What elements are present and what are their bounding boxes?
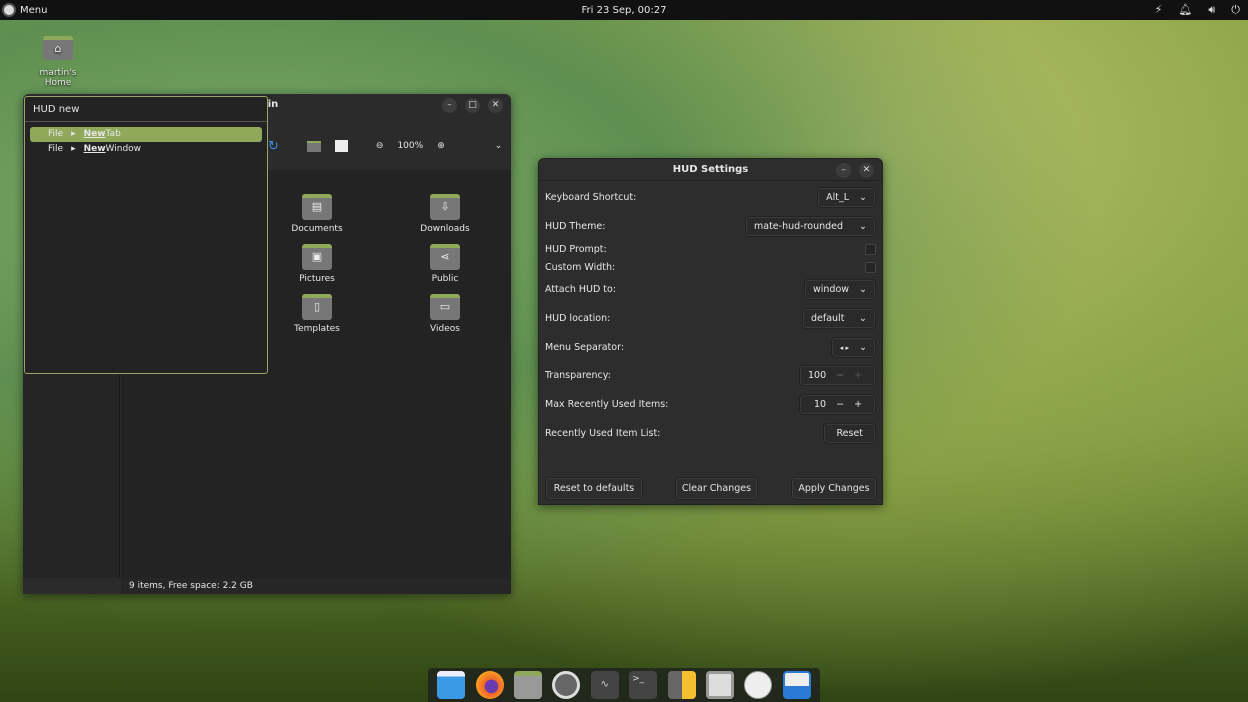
- close-button[interactable]: ✕: [488, 98, 503, 113]
- folder-public[interactable]: ⋖ Public: [405, 244, 485, 284]
- apply-changes-button[interactable]: Apply Changes: [791, 477, 877, 500]
- status-bar: 9 items, Free space: 2.2 GB: [121, 578, 511, 594]
- folder-pictures[interactable]: ▣ Pictures: [277, 244, 357, 284]
- volume-icon[interactable]: 🔊︎: [1208, 3, 1215, 17]
- clear-changes-button[interactable]: Clear Changes: [675, 477, 758, 500]
- reset-defaults-button[interactable]: Reset to defaults: [545, 477, 643, 500]
- text-editor-icon[interactable]: [705, 671, 734, 699]
- folder-downloads[interactable]: ⇩ Downloads: [405, 194, 485, 234]
- settings-icon[interactable]: [552, 671, 581, 699]
- folder-videos[interactable]: ▭ Videos: [405, 294, 485, 334]
- zoom-level: 100%: [397, 141, 424, 151]
- clock[interactable]: Fri 23 Sep, 00:27: [0, 5, 1248, 16]
- increment-button: +: [854, 399, 863, 410]
- network-icon[interactable]: ⚡: [1155, 3, 1163, 17]
- hud-result[interactable]: File ▸ NewWindow: [30, 142, 262, 157]
- power-icon[interactable]: ⏻: [1231, 3, 1240, 17]
- custom-width-checkbox[interactable]: [865, 262, 876, 273]
- hud-search-input[interactable]: HUD new: [25, 97, 267, 122]
- folder-documents[interactable]: ▤ Documents: [277, 194, 357, 234]
- hud-prompt-checkbox[interactable]: [865, 244, 876, 255]
- window-title: HUD Settings: [539, 159, 882, 181]
- mate-logo-icon: [2, 3, 16, 17]
- hud-popup: HUD new File ▸ NewTab File ▸ NewWindow: [24, 96, 268, 374]
- zoom-out-icon[interactable]: ⊖: [376, 141, 384, 151]
- transparency-spinner[interactable]: 100− +: [799, 365, 876, 386]
- dock: ∿ >_: [428, 668, 820, 702]
- chevron-down-icon: ⌄: [859, 192, 867, 203]
- menu-separator-dropdown[interactable]: ◂ ▸ ⌄: [830, 337, 876, 358]
- increment-button: +: [854, 370, 863, 381]
- attach-hud-dropdown[interactable]: window ⌄: [803, 279, 876, 300]
- calculator-icon[interactable]: [667, 671, 696, 699]
- max-recent-spinner[interactable]: 10− +: [799, 394, 876, 415]
- maximize-button[interactable]: □: [465, 98, 480, 113]
- desktop-home-icon[interactable]: ⌂ martin's Home: [26, 36, 90, 88]
- clock-icon[interactable]: [744, 671, 773, 699]
- files-icon[interactable]: [513, 671, 542, 699]
- system-monitor-icon[interactable]: ∿: [590, 671, 619, 699]
- hud-result[interactable]: File ▸ NewTab: [30, 127, 262, 142]
- hud-settings-window: HUD Settings – ✕ Keyboard Shortcut: Alt_L ⌄…: [538, 158, 883, 505]
- keyboard-shortcut-dropdown[interactable]: Alt_L ⌄: [817, 187, 876, 208]
- menu-label: Menu: [20, 4, 48, 16]
- minimize-button[interactable]: –: [442, 98, 457, 113]
- hud-theme-dropdown[interactable]: mate-hud-rounded ⌄: [745, 216, 876, 237]
- menu-button[interactable]: Menu: [0, 3, 47, 17]
- hud-location-dropdown[interactable]: default ⌄: [802, 308, 876, 329]
- reload-icon[interactable]: ↻: [268, 139, 279, 154]
- terminal-icon[interactable]: >_: [629, 671, 658, 699]
- decrement-button: −: [836, 370, 845, 381]
- chevron-down-icon: ⌄: [859, 221, 867, 232]
- close-button[interactable]: ✕: [859, 163, 874, 178]
- decrement-button: −: [836, 399, 845, 410]
- recycle-icon[interactable]: [782, 671, 811, 699]
- folder-templates[interactable]: ▯ Templates: [277, 294, 357, 334]
- firefox-icon[interactable]: [475, 671, 504, 699]
- home-folder-icon: ⌂: [43, 36, 73, 60]
- terminal-view-icon[interactable]: [334, 140, 348, 152]
- chevron-down-icon[interactable]: ⌄: [495, 141, 503, 151]
- top-panel: Menu Fri 23 Sep, 00:27 ⚡ 🔔︎ 🔊︎ ⏻: [0, 0, 1248, 20]
- home-label: martin's Home: [39, 68, 77, 88]
- zoom-in-icon[interactable]: ⊕: [437, 141, 445, 151]
- reset-recent-button[interactable]: Reset: [823, 423, 876, 444]
- desktop-icon[interactable]: [437, 671, 466, 699]
- minimize-button[interactable]: –: [836, 163, 851, 178]
- bell-icon[interactable]: 🔔︎: [1178, 3, 1192, 17]
- folder-view-icon[interactable]: [306, 140, 321, 152]
